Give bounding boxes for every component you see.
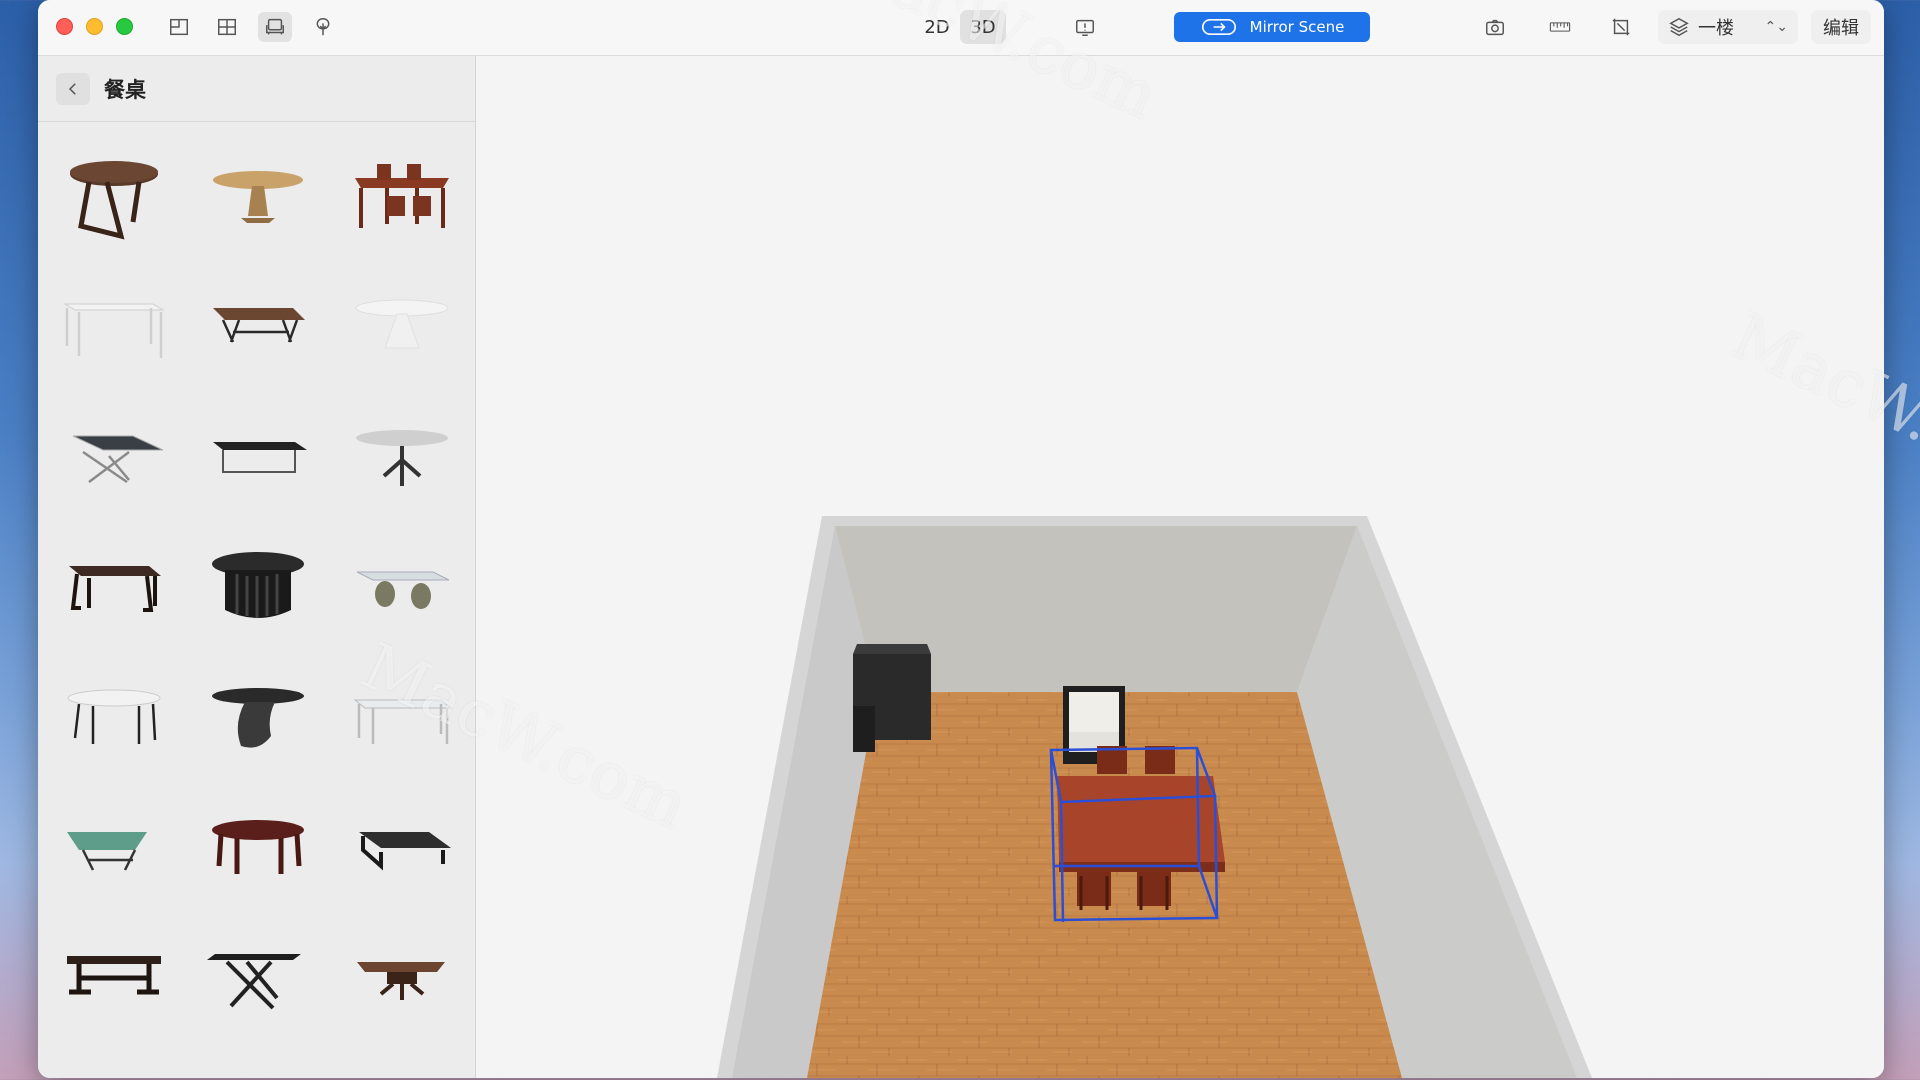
furniture-item-green-glass-table[interactable] (42, 782, 186, 912)
chevron-left-icon (68, 82, 76, 95)
black-sofa[interactable] (853, 644, 931, 752)
3d-scene[interactable] (477, 56, 1884, 1078)
mirror-scene-label: Mirror Scene (1249, 18, 1345, 36)
3d-viewport[interactable] (477, 56, 1884, 1078)
zoom-window-button[interactable] (116, 18, 133, 35)
furniture-item-brown-pedestal-table[interactable] (330, 912, 474, 1042)
furniture-item-dark-wood-table[interactable] (42, 522, 186, 652)
furniture-item-grey-spider-table[interactable] (330, 392, 474, 522)
furniture-item-glass-double-base[interactable] (330, 522, 474, 652)
sidebar-title: 餐桌 (104, 77, 146, 102)
close-window-button[interactable] (56, 18, 73, 35)
back-button[interactable] (56, 72, 90, 105)
furniture-grid (38, 122, 475, 1042)
ruler-icon[interactable] (1538, 12, 1582, 42)
sidebar-header: 餐桌 (38, 56, 475, 122)
furniture-item-black-slab-table[interactable] (186, 392, 330, 522)
transform-crop-icon[interactable] (1604, 12, 1638, 42)
app-window: 2D 3D Mirror Scene 一楼 ⌃⌄ 编辑 餐桌 (38, 0, 1884, 1078)
floor-select[interactable]: 一楼 ⌃⌄ (1658, 10, 1798, 44)
furniture-item-white-oval-table[interactable] (42, 652, 186, 782)
edit-button[interactable]: 编辑 (1811, 10, 1871, 44)
chevron-updown-icon: ⌃⌄ (1764, 19, 1788, 35)
furniture-item-black-sculpture-table[interactable] (186, 652, 330, 782)
furniture-item-table-chairs-set[interactable] (330, 132, 474, 262)
furniture-item-light-pedestal-table[interactable] (186, 132, 330, 262)
furniture-item-white-oval-pedestal[interactable] (330, 262, 474, 392)
furniture-item-round-slat-table[interactable] (186, 522, 330, 652)
furniture-item-dark-round-table[interactable] (42, 132, 186, 262)
furniture-sidebar: 餐桌 (38, 56, 476, 1078)
furniture-sofa-icon[interactable] (258, 12, 292, 42)
rooms-grid-icon[interactable] (210, 12, 244, 42)
furniture-item-wood-trestle-table[interactable] (186, 262, 330, 392)
vision-headset-icon (1201, 18, 1236, 36)
furniture-item-black-low-table[interactable] (330, 782, 474, 912)
furniture-item-dark-trestle-table[interactable] (42, 912, 186, 1042)
floor-plan-icon[interactable] (162, 12, 196, 42)
furniture-item-white-rect-table[interactable] (42, 262, 186, 392)
minimize-window-button[interactable] (86, 18, 103, 35)
mirror-scene-button[interactable]: Mirror Scene (1174, 12, 1370, 42)
plant-tree-icon[interactable] (306, 12, 340, 42)
camera-icon[interactable] (1478, 12, 1512, 42)
furniture-item-black-x-base-table[interactable] (186, 912, 330, 1042)
layers-icon (1669, 17, 1689, 37)
floor-select-value: 一楼 (1698, 18, 1734, 39)
furniture-item-red-oval-table[interactable] (186, 782, 330, 912)
furniture-item-black-glass-x-table[interactable] (42, 392, 186, 522)
